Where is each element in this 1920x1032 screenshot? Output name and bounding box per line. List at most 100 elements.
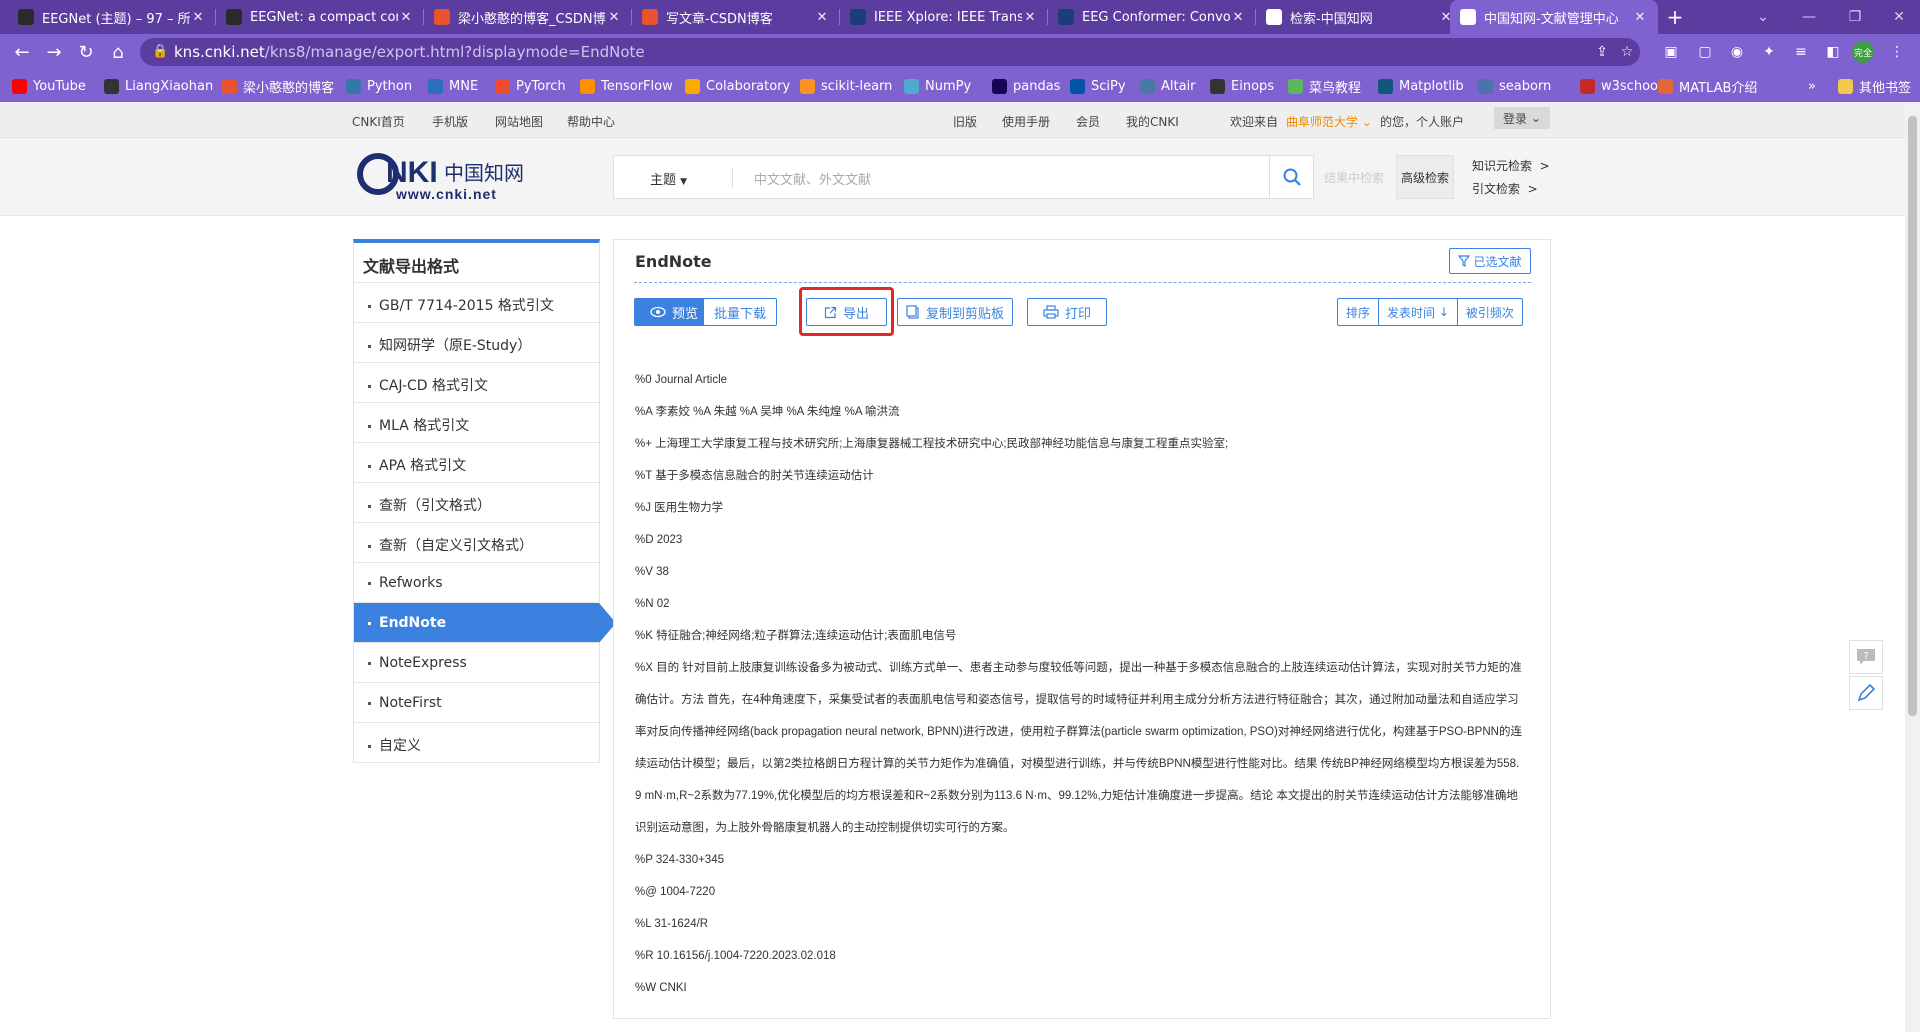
sidebar-item-format[interactable]: 自定义 bbox=[354, 723, 599, 763]
sidebar-item-format[interactable]: GB/T 7714-2015 格式引文 bbox=[354, 283, 599, 323]
tab-search-icon[interactable]: ⌄ bbox=[1740, 0, 1786, 34]
bookmark-item[interactable]: 菜鸟教程 bbox=[1288, 70, 1361, 102]
bookmark-item[interactable]: PyTorch bbox=[495, 70, 566, 102]
home-icon[interactable]: ⌂ bbox=[106, 40, 130, 64]
sort-by-cited[interactable]: 被引频次 bbox=[1456, 299, 1522, 325]
tab-close-icon[interactable]: ✕ bbox=[1022, 10, 1038, 25]
share-icon[interactable]: ⇪ bbox=[1593, 43, 1611, 61]
extensions-puzzle-icon[interactable]: ✦ bbox=[1760, 43, 1778, 61]
menu-kebab-icon[interactable]: ⋮ bbox=[1888, 43, 1906, 61]
sidebar-item-format[interactable]: APA 格式引文 bbox=[354, 443, 599, 483]
search-field-select[interactable]: 主题 ▼ bbox=[650, 169, 687, 188]
citation-search-link[interactable]: 引文检索 > bbox=[1472, 180, 1538, 197]
institution-link[interactable]: 曲阜师范大学 ⌄ bbox=[1286, 113, 1372, 130]
bookmark-item[interactable]: pandas bbox=[992, 70, 1060, 102]
restore-button[interactable]: ❐ bbox=[1832, 0, 1878, 34]
advanced-search-button[interactable]: 高级检索 bbox=[1396, 155, 1454, 199]
bookmark-item[interactable]: Matplotlib bbox=[1378, 70, 1464, 102]
bookmark-item[interactable]: MNE bbox=[428, 70, 478, 102]
browser-tab[interactable]: EEG Conformer: Convolu...✕ bbox=[1048, 0, 1256, 34]
nav-help[interactable]: 帮助中心 bbox=[567, 113, 615, 130]
sidebar-item-format[interactable]: CAJ-CD 格式引文 bbox=[354, 363, 599, 403]
cnki-logo[interactable]: NKI 中国知网 www.cnki.net bbox=[356, 152, 536, 202]
tab-close-icon[interactable]: ✕ bbox=[1632, 10, 1648, 25]
back-icon[interactable]: ← bbox=[10, 40, 34, 64]
bookmark-item[interactable]: LiangXiaohan bbox=[104, 70, 213, 102]
new-tab-button[interactable]: + bbox=[1660, 0, 1690, 34]
print-button[interactable]: 打印 bbox=[1027, 298, 1107, 326]
bookmark-item[interactable]: SciPy bbox=[1070, 70, 1126, 102]
knowledge-search-link[interactable]: 知识元检索 > bbox=[1472, 157, 1550, 174]
bookmark-item[interactable]: YouTube bbox=[12, 70, 86, 102]
bookmarks-overflow-button[interactable]: » bbox=[1808, 70, 1816, 102]
sidebar-item-format[interactable]: 查新（引文格式） bbox=[354, 483, 599, 523]
bookmark-item[interactable]: NumPy bbox=[904, 70, 971, 102]
copy-to-clipboard-button[interactable]: 复制到剪贴板 bbox=[897, 298, 1013, 326]
browser-tab[interactable]: 检索-中国知网 ✕ bbox=[1256, 0, 1464, 34]
address-bar[interactable]: 🔒 kns.cnki.net/kns8/manage/export.html?d… bbox=[140, 38, 1640, 66]
bookmark-item[interactable]: TensorFlow bbox=[580, 70, 673, 102]
side-panel-icon[interactable]: ◧ bbox=[1824, 43, 1842, 61]
search-button[interactable] bbox=[1269, 156, 1313, 198]
bookmark-item[interactable]: w3school bbox=[1580, 70, 1662, 102]
bookmark-label: SciPy bbox=[1091, 78, 1126, 94]
bookmark-label: YouTube bbox=[33, 78, 86, 94]
bookmark-item[interactable]: Einops bbox=[1210, 70, 1274, 102]
bookmark-item[interactable]: Python bbox=[346, 70, 412, 102]
browser-tab[interactable]: EEGNet: a compact conv...✕ bbox=[216, 0, 424, 34]
tab-close-icon[interactable]: ✕ bbox=[606, 10, 622, 25]
nav-mobile[interactable]: 手机版 bbox=[432, 113, 468, 130]
sidebar-item-format[interactable]: EndNote bbox=[354, 603, 616, 643]
browser-tab[interactable]: 梁小憨憨的博客_CSDN博客...✕ bbox=[424, 0, 632, 34]
sidebar-item-format[interactable]: NoteExpress bbox=[354, 643, 599, 683]
edit-pencil-icon[interactable] bbox=[1849, 676, 1883, 710]
tab-close-icon[interactable]: ✕ bbox=[1230, 10, 1246, 25]
tab-close-icon[interactable]: ✕ bbox=[814, 10, 830, 25]
nav-manual[interactable]: 使用手册 bbox=[1002, 113, 1050, 130]
reload-icon[interactable]: ↻ bbox=[74, 40, 98, 64]
selected-documents-button[interactable]: 已选文献 bbox=[1449, 248, 1531, 274]
forward-icon[interactable]: → bbox=[42, 40, 66, 64]
browser-tab[interactable]: 中国知网-文献管理中心 ✕ bbox=[1450, 0, 1658, 34]
page-scrollbar[interactable] bbox=[1905, 102, 1920, 1032]
bookmark-item[interactable]: 梁小憨憨的博客 bbox=[222, 70, 334, 102]
sort-by-pub-time[interactable]: 发表时间 ↓ bbox=[1378, 299, 1457, 325]
sidebar-item-format[interactable]: MLA 格式引文 bbox=[354, 403, 599, 443]
browser-tab[interactable]: EEGNet (主题) – 97 – 所有...✕ bbox=[8, 0, 216, 34]
browser-tab[interactable]: IEEE Xplore: IEEE Transa...✕ bbox=[840, 0, 1048, 34]
feedback-chat-icon[interactable]: ? bbox=[1849, 640, 1883, 674]
profile-avatar[interactable]: 完全 bbox=[1852, 41, 1874, 63]
tab-close-icon[interactable]: ✕ bbox=[190, 10, 206, 25]
nav-sitemap[interactable]: 网站地图 bbox=[495, 113, 543, 130]
scrollbar-thumb[interactable] bbox=[1908, 116, 1917, 716]
nav-old-version[interactable]: 旧版 bbox=[953, 113, 977, 130]
nav-cnki-home[interactable]: CNKI首页 bbox=[352, 113, 405, 130]
bookmark-star-icon[interactable]: ☆ bbox=[1618, 43, 1636, 61]
nav-member[interactable]: 会员 bbox=[1076, 113, 1100, 130]
sidebar-item-format[interactable]: Refworks bbox=[354, 563, 599, 603]
nav-my-cnki[interactable]: 我的CNKI bbox=[1126, 113, 1179, 130]
batch-download-button[interactable]: 批量下载 bbox=[703, 298, 777, 326]
extension-icon-1[interactable]: ▣ bbox=[1662, 43, 1680, 61]
browser-tab[interactable]: 写文章-CSDN博客 ✕ bbox=[632, 0, 840, 34]
extension-icon-2[interactable]: ▢ bbox=[1696, 43, 1714, 61]
sidebar-item-format[interactable]: 查新（自定义引文格式） bbox=[354, 523, 599, 563]
close-window-button[interactable]: ✕ bbox=[1876, 0, 1920, 34]
reading-list-icon[interactable]: ≡ bbox=[1792, 43, 1810, 61]
other-bookmarks[interactable]: 其他书签 bbox=[1838, 70, 1911, 102]
bookmark-item[interactable]: MATLAB介绍 bbox=[1658, 70, 1757, 102]
sidebar-item-format[interactable]: 知网研学（原E-Study） bbox=[354, 323, 599, 363]
bookmark-item[interactable]: Altair bbox=[1140, 70, 1196, 102]
preview-button[interactable]: 预览 bbox=[634, 298, 714, 326]
tab-close-icon[interactable]: ✕ bbox=[398, 10, 414, 25]
search-input[interactable]: 中文文献、外文文献 bbox=[754, 169, 871, 188]
bookmark-item[interactable]: seaborn bbox=[1478, 70, 1551, 102]
personal-account-link[interactable]: 的您，个人账户 bbox=[1380, 113, 1464, 130]
bookmark-item[interactable]: scikit-learn bbox=[800, 70, 892, 102]
extension-icon-3[interactable]: ◉ bbox=[1728, 43, 1746, 61]
bookmark-item[interactable]: Colaboratory bbox=[685, 70, 790, 102]
search-in-results-button[interactable]: 结果中检索 bbox=[1316, 155, 1392, 199]
login-button[interactable]: 登录 ⌄ bbox=[1494, 107, 1550, 129]
minimize-button[interactable]: — bbox=[1786, 0, 1832, 34]
sidebar-item-format[interactable]: NoteFirst bbox=[354, 683, 599, 723]
